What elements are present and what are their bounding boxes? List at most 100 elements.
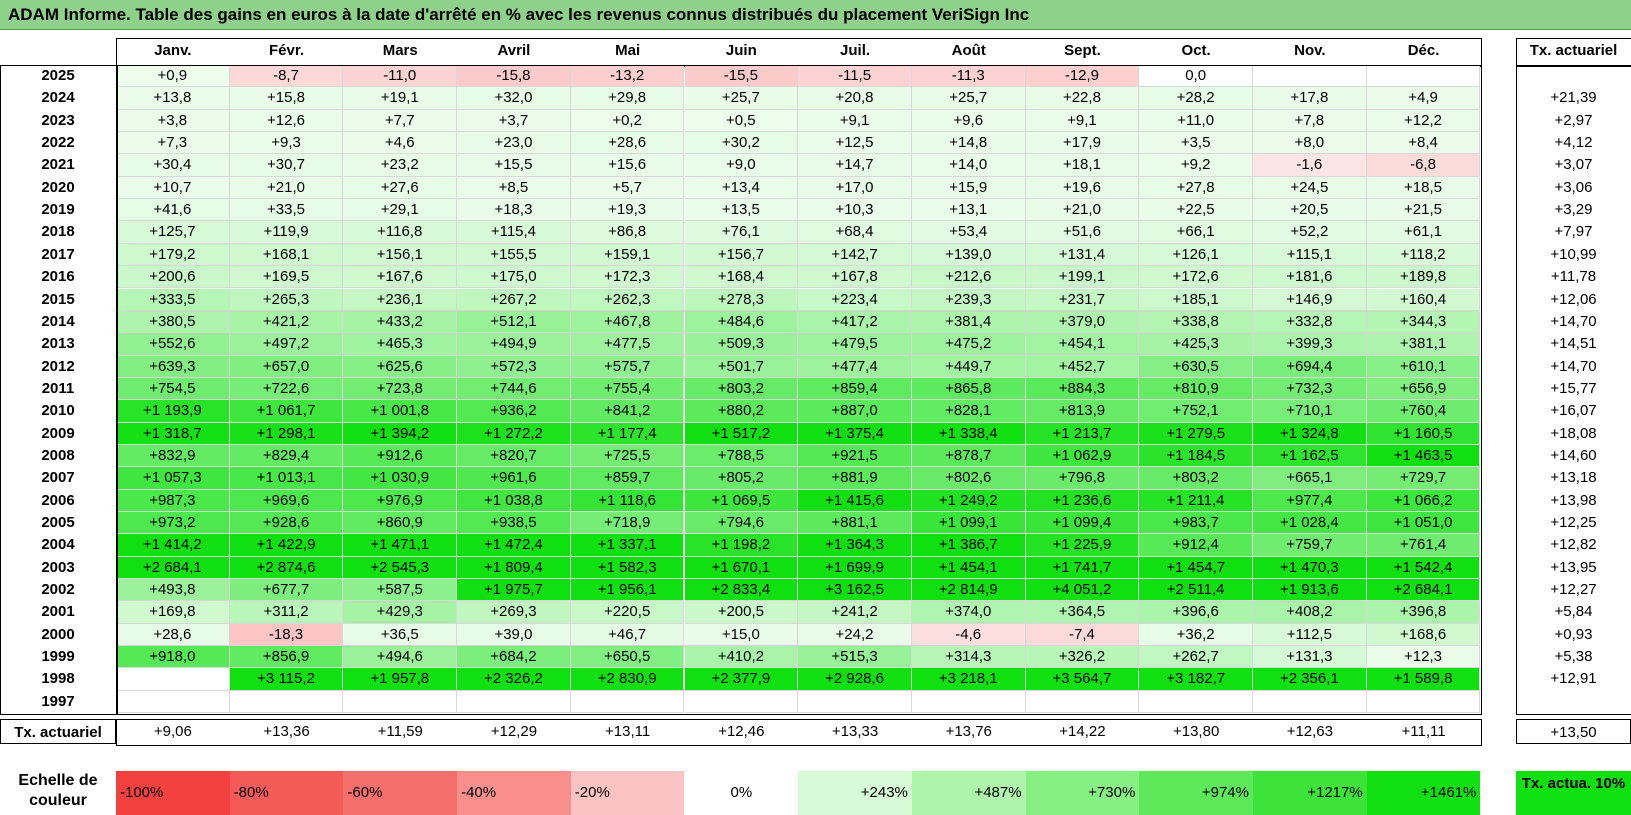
value-cell: +479,5 <box>798 333 912 356</box>
value-cell: +241,2 <box>798 601 912 624</box>
value-cell: +4 051,2 <box>1025 579 1140 602</box>
value-cell: +181,6 <box>1253 266 1367 289</box>
value-cell: +1 670,1 <box>684 556 799 580</box>
value-cell: +587,5 <box>343 579 458 602</box>
value-cell: +1 051,0 <box>1366 512 1481 535</box>
year-label: 2006 <box>41 491 75 509</box>
value-cell: +1 415,6 <box>798 489 912 512</box>
value-cell: +694,4 <box>1253 355 1367 378</box>
month-header: Nov. <box>1294 42 1326 59</box>
value-cell: -12,9 <box>1025 65 1140 88</box>
value-cell: +452,7 <box>1025 355 1140 378</box>
footer-value: +13,80 <box>1172 723 1220 741</box>
tx-value: +15,77 <box>1550 379 1597 397</box>
value-cell: +408,2 <box>1253 601 1367 624</box>
value-cell: +15,0 <box>684 623 799 647</box>
value-cell: +865,8 <box>911 377 1026 401</box>
value-cell: +15,5 <box>457 154 571 177</box>
value-cell: +1 162,5 <box>1253 444 1367 468</box>
year-label: 2003 <box>41 558 75 576</box>
value-cell: +475,2 <box>911 333 1026 356</box>
year-label: 2008 <box>41 446 75 464</box>
value-cell: +32,0 <box>457 87 571 110</box>
value-cell: +46,7 <box>570 623 685 647</box>
value-cell: +3 564,7 <box>1025 668 1140 691</box>
value-cell: +22,5 <box>1139 199 1253 222</box>
color-scale-swatch: -60% <box>343 771 458 815</box>
value-cell: +938,5 <box>457 512 571 535</box>
tx-value: +12,06 <box>1550 290 1597 308</box>
tx-value: +0,93 <box>1554 625 1593 643</box>
value-cell: +12,2 <box>1366 109 1481 133</box>
value-cell: +665,1 <box>1253 467 1367 490</box>
value-cell: +7,7 <box>343 109 458 133</box>
footer-label: Tx. actuariel <box>0 719 116 745</box>
value-cell: +2 814,9 <box>911 579 1026 602</box>
value-cell: +13,8 <box>116 87 230 110</box>
value-cell: +20,5 <box>1253 199 1367 222</box>
value-cell: +1 177,4 <box>570 422 685 445</box>
year-label: 2021 <box>41 156 75 174</box>
value-cell: +1 517,2 <box>684 422 799 445</box>
value-cell: +9,6 <box>911 109 1026 133</box>
color-scale-swatch: +974% <box>1139 771 1253 815</box>
value-cell: +3,7 <box>457 109 571 133</box>
value-cell: +15,8 <box>229 87 344 110</box>
value-cell: +3,8 <box>116 109 230 133</box>
value-cell: +973,2 <box>116 512 230 535</box>
value-cell: +1 236,6 <box>1025 489 1140 512</box>
value-cell: -4,6 <box>911 623 1026 647</box>
value-cell: +1 957,8 <box>343 668 458 691</box>
value-cell: +4,6 <box>343 132 458 155</box>
value-cell: +3 182,7 <box>1139 668 1253 691</box>
value-cell: +0,2 <box>570 109 685 133</box>
value-cell: +3 115,2 <box>229 668 344 691</box>
value-cell: +1 099,1 <box>911 512 1026 535</box>
value-cell: +1 582,3 <box>570 556 685 580</box>
value-cell: +10,7 <box>116 176 230 200</box>
value-cell: +1 057,3 <box>116 467 230 490</box>
year-label: 1999 <box>41 648 75 666</box>
tx-value <box>1516 65 1631 87</box>
value-cell: +27,6 <box>343 176 458 200</box>
value-cell: +381,4 <box>911 310 1026 334</box>
value-cell: +28,6 <box>116 623 230 647</box>
value-cell: +3 218,1 <box>911 668 1026 691</box>
year-label: 1997 <box>41 692 75 710</box>
value-cell: +7,8 <box>1253 109 1367 133</box>
month-header: Mai <box>615 42 641 59</box>
value-cell: +1 422,9 <box>229 534 344 557</box>
value-cell: +820,7 <box>457 444 571 468</box>
value-cell: +169,5 <box>229 266 344 289</box>
value-cell: +732,3 <box>1253 377 1367 401</box>
value-cell: +18,1 <box>1025 154 1140 177</box>
value-cell: +429,3 <box>343 601 458 624</box>
value-cell: +25,7 <box>911 87 1026 110</box>
value-cell: +810,9 <box>1139 377 1253 401</box>
value-cell: +803,2 <box>1139 467 1253 490</box>
value-cell: +344,3 <box>1366 310 1481 334</box>
value-cell: +417,2 <box>798 310 912 334</box>
year-label: 2017 <box>41 245 75 263</box>
value-cell: -11,0 <box>343 65 458 88</box>
value-cell: +12,5 <box>798 132 912 155</box>
footer-value: +11,59 <box>377 723 423 741</box>
value-cell: +338,8 <box>1139 310 1253 334</box>
value-cell: +156,1 <box>343 243 458 267</box>
value-cell <box>116 690 230 714</box>
value-cell: +552,6 <box>116 333 230 356</box>
value-cell: +86,8 <box>570 221 685 244</box>
color-scale-swatch: -20% <box>570 771 685 815</box>
value-cell: +1 211,4 <box>1139 489 1253 512</box>
value-cell: +15,6 <box>570 154 685 177</box>
value-cell: +131,3 <box>1253 646 1367 669</box>
value-cell: +859,4 <box>798 377 912 401</box>
value-cell: +8,4 <box>1366 132 1481 155</box>
month-header: Août <box>951 42 986 59</box>
value-cell: +19,1 <box>343 87 458 110</box>
value-cell: +856,9 <box>229 646 344 669</box>
value-cell: +231,7 <box>1025 288 1140 311</box>
tx-value: +12,27 <box>1550 581 1597 599</box>
value-cell: +918,0 <box>116 646 230 669</box>
value-cell: +21,5 <box>1366 199 1481 222</box>
